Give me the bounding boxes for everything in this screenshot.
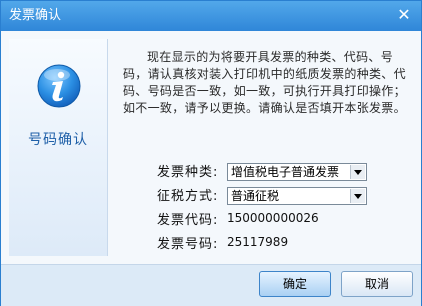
chevron-down-icon xyxy=(350,189,365,203)
chevron-down-icon xyxy=(350,165,365,179)
invoice-number-value: 25117989 xyxy=(227,235,289,249)
invoice-type-value: 增值税电子普通发票 xyxy=(231,165,340,179)
invoice-type-label: 发票种类: xyxy=(157,165,219,180)
number-confirm-label: 号码确认 xyxy=(28,132,88,148)
info-icon xyxy=(37,64,81,108)
confirm-message: 现在显示的为将要开具发票的种类、代码、号码，请认真核对装入打印机中的纸质发票的种… xyxy=(123,50,406,115)
invoice-code-label: 发票代码: xyxy=(157,213,219,228)
button-bar: 确定 取消 xyxy=(1,264,421,306)
title-bar: 发票确认 ✕ xyxy=(1,1,421,31)
tax-method-select[interactable]: 普通征税 xyxy=(227,187,367,205)
close-button[interactable]: ✕ xyxy=(395,6,413,24)
invoice-number-label: 发票号码: xyxy=(157,237,219,252)
invoice-code-value: 150000000026 xyxy=(227,211,319,225)
dialog-body: 号码确认 现在显示的为将要开具发票的种类、代码、号码，请认真核对装入打印机中的纸… xyxy=(1,31,421,264)
tax-method-label: 征税方式: xyxy=(157,189,219,204)
tax-method-value: 普通征税 xyxy=(231,189,280,203)
invoice-type-select[interactable]: 增值税电子普通发票 xyxy=(227,163,367,181)
cancel-button[interactable]: 取消 xyxy=(341,271,413,297)
left-panel: 号码确认 xyxy=(9,39,108,256)
invoice-confirm-dialog: 发票确认 ✕ 号码确认 现在显示的为将要开具发票的种类、代码、号码，请认真核对装… xyxy=(0,0,422,306)
window-title: 发票确认 xyxy=(9,8,62,23)
confirm-button[interactable]: 确定 xyxy=(259,271,331,297)
